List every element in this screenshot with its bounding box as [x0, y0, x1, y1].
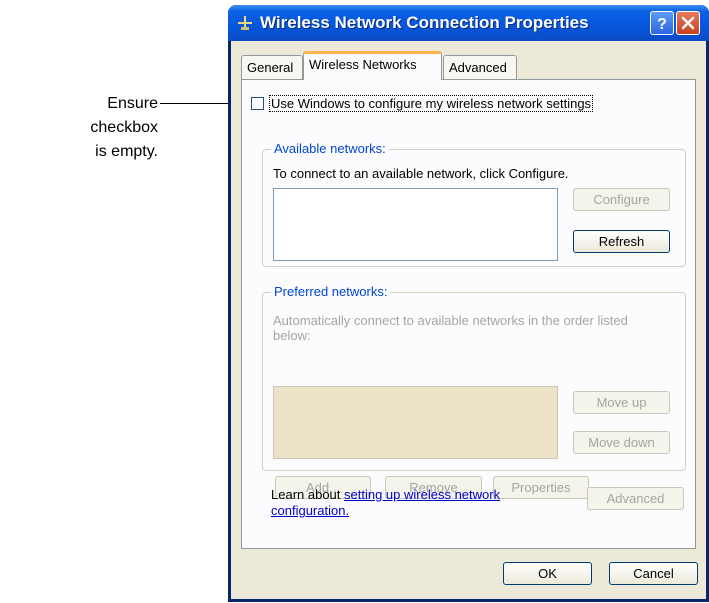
window-title: Wireless Network Connection Properties	[260, 13, 589, 32]
ok-button[interactable]: OK	[503, 562, 592, 585]
preferred-networks-list[interactable]	[273, 386, 558, 459]
available-networks-legend: Available networks:	[271, 141, 389, 156]
move-up-button[interactable]: Move up	[573, 391, 670, 414]
advanced-button[interactable]: Advanced	[587, 487, 684, 510]
available-networks-instruction: To connect to an available network, clic…	[273, 166, 569, 181]
configure-button[interactable]: Configure	[573, 188, 670, 211]
callout-annotation: Ensure checkbox is empty.	[40, 92, 158, 164]
dialog-client-area: General Wireless Networks Advanced Use W…	[231, 41, 706, 599]
tab-general[interactable]: General	[241, 55, 303, 79]
help-button[interactable]: ?	[650, 11, 674, 35]
callout-line-2: is empty.	[95, 143, 158, 160]
preferred-instruction-line-2: below:	[273, 328, 311, 343]
callout-line-1: Ensure checkbox	[90, 95, 158, 136]
learn-about-prefix: Learn about	[271, 487, 345, 502]
move-down-button[interactable]: Move down	[573, 431, 670, 454]
preferred-networks-group: Preferred networks: Automatically connec…	[262, 284, 686, 499]
learn-about-text: Learn about setting up wireless network c…	[271, 487, 500, 519]
svg-text:?: ?	[657, 16, 667, 33]
available-networks-group: Available networks: To connect to an ava…	[262, 141, 686, 267]
close-button[interactable]	[676, 11, 700, 35]
title-bar[interactable]: Wireless Network Connection Properties ?	[228, 5, 709, 41]
use-windows-checkbox-label[interactable]: Use Windows to configure my wireless net…	[269, 95, 594, 112]
close-icon	[681, 16, 695, 30]
cancel-button[interactable]: Cancel	[609, 562, 698, 585]
tab-wireless-networks[interactable]: Wireless Networks	[303, 51, 442, 80]
use-windows-checkbox[interactable]	[251, 97, 264, 110]
available-networks-list[interactable]	[273, 188, 558, 261]
preferred-networks-legend: Preferred networks:	[271, 284, 391, 299]
network-connection-icon	[238, 16, 252, 30]
properties-button[interactable]: Properties	[493, 476, 589, 499]
properties-dialog: Wireless Network Connection Properties ?…	[228, 5, 709, 602]
tab-advanced[interactable]: Advanced	[443, 55, 517, 79]
preferred-instruction-line-1: Automatically connect to available netwo…	[273, 313, 628, 328]
question-mark-icon: ?	[657, 16, 667, 33]
refresh-button[interactable]: Refresh	[573, 230, 670, 253]
